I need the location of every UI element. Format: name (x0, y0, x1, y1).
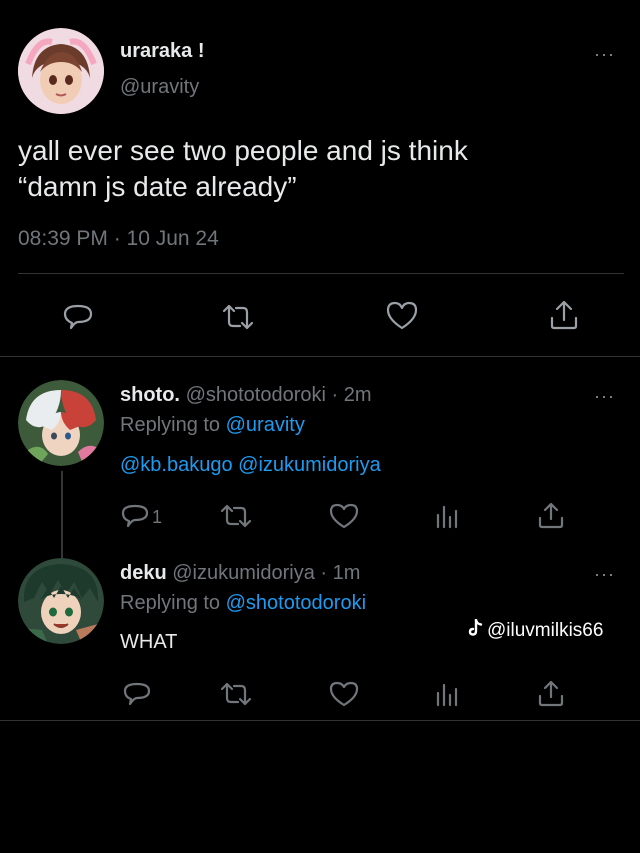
divider (0, 356, 640, 357)
avatar[interactable] (18, 558, 104, 644)
speech-bubble-icon[interactable] (121, 503, 149, 529)
retweet-icon[interactable] (219, 681, 253, 707)
heart-icon[interactable] (385, 300, 419, 332)
divider (18, 273, 624, 274)
tiktok-logo-icon (468, 618, 484, 642)
bar-chart-icon[interactable] (435, 503, 461, 529)
share-icon[interactable] (537, 501, 565, 529)
retweet-icon[interactable] (220, 302, 256, 332)
thread-line (61, 471, 63, 559)
avatar[interactable] (18, 28, 104, 114)
handle[interactable]: @uravity (120, 76, 199, 99)
display-name[interactable]: uraraka ! (120, 40, 205, 63)
display-name[interactable]: shoto. (120, 384, 180, 406)
mention-link[interactable]: @shototodoroki (226, 592, 366, 614)
reply-header: shoto. @shototodoroki · 2m (120, 384, 372, 407)
divider (0, 720, 640, 721)
reply-count: 1 (152, 507, 163, 527)
reply-age: · 2m (331, 384, 372, 406)
tweet-text-line-1: yall ever see two people and js think (18, 135, 468, 166)
reply-body[interactable]: @kb.bakugo @izukumidoriya (120, 454, 381, 477)
heart-icon[interactable] (329, 680, 359, 708)
reply-header: deku @izukumidoriya · 1m (120, 562, 360, 585)
mention-link[interactable]: @uravity (226, 414, 305, 436)
timestamp[interactable]: 08:39 PM · 10 Jun 24 (18, 227, 219, 251)
handle[interactable]: @izukumidoriya (172, 562, 315, 584)
retweet-icon[interactable] (219, 503, 253, 529)
share-icon[interactable] (548, 298, 580, 332)
reply-age: · 1m (320, 562, 361, 584)
replying-to: Replying to @uravity (120, 414, 305, 437)
replying-to-label: Replying to (120, 592, 221, 614)
handle[interactable]: @shototodoroki (186, 384, 326, 406)
reply-body: WHAT (120, 631, 178, 653)
replying-to: Replying to @shototodoroki (120, 592, 366, 615)
bar-chart-icon[interactable] (435, 681, 461, 707)
avatar[interactable] (18, 380, 104, 466)
tweet-text-line-2: “damn js date already” (18, 171, 297, 202)
heart-icon[interactable] (329, 502, 359, 530)
speech-bubble-icon[interactable] (123, 681, 151, 707)
share-icon[interactable] (537, 679, 565, 707)
more-options-icon[interactable]: ··· (594, 386, 615, 407)
watermark-text: @iluvmilkis66 (487, 619, 604, 641)
speech-bubble-icon[interactable] (62, 302, 94, 332)
more-options-icon[interactable]: ··· (594, 564, 615, 585)
tiktok-watermark: @iluvmilkis66 (468, 618, 604, 642)
replying-to-label: Replying to (120, 414, 221, 436)
more-options-icon[interactable]: ··· (594, 44, 615, 65)
display-name[interactable]: deku (120, 562, 167, 584)
